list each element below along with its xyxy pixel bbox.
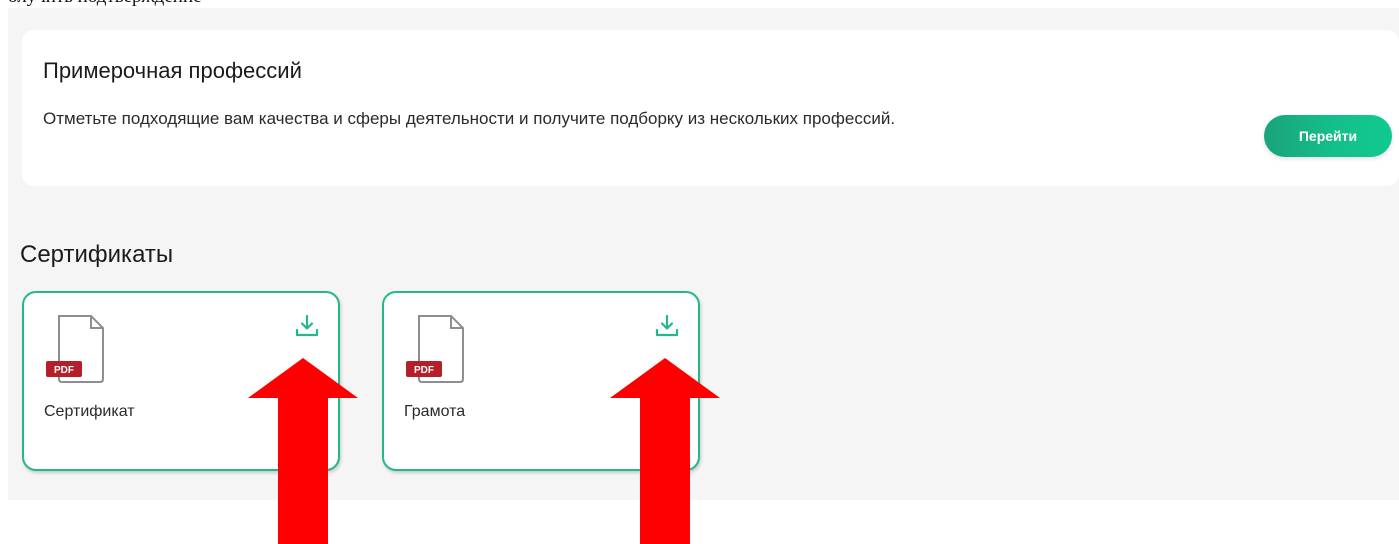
download-icon[interactable] <box>294 313 320 339</box>
certificate-name: Сертификат <box>44 403 135 420</box>
annotation-arrow-icon <box>248 358 358 544</box>
profession-fitting-card: Примерочная профессий Отметьте подходящи… <box>22 30 1399 186</box>
annotation-arrow-icon <box>610 358 720 544</box>
go-button[interactable]: Перейти <box>1264 115 1392 157</box>
top-cropped-text: олучить подтверждение <box>0 0 1399 8</box>
promo-title: Примерочная профессий <box>43 58 302 83</box>
download-icon[interactable] <box>654 313 680 339</box>
pdf-file-icon: PDF <box>406 315 464 383</box>
certificates-heading: Сертификаты <box>20 241 174 268</box>
pdf-badge-label: PDF <box>414 365 434 376</box>
pdf-file-icon: PDF <box>46 315 104 383</box>
pdf-badge-label: PDF <box>54 365 74 376</box>
promo-description: Отметьте подходящие вам качества и сферы… <box>43 109 896 128</box>
certificate-name: Грамота <box>404 403 466 420</box>
top-cropped-text-fragment: олучить подтверждение <box>8 0 202 8</box>
